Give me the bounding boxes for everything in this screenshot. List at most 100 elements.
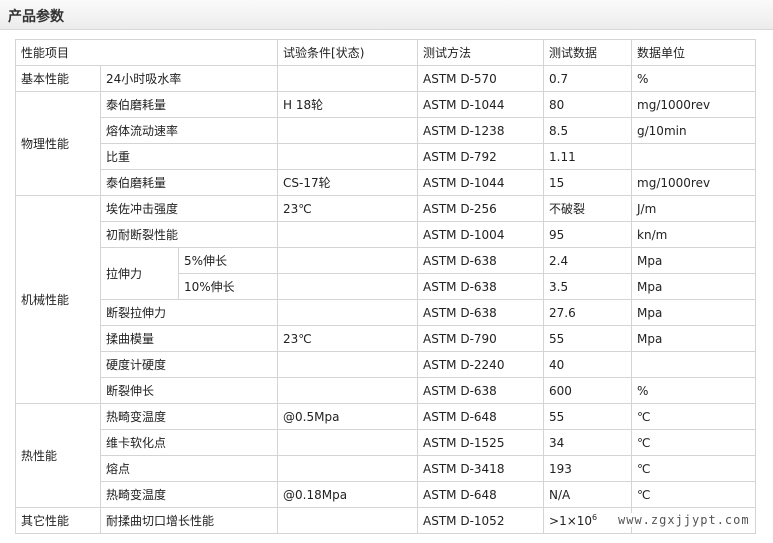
value-cell: N/A <box>543 481 633 508</box>
table-row: 熔点 ASTM D-3418 193 ℃ <box>16 455 757 482</box>
method-cell: ASTM D-1004 <box>417 221 545 248</box>
unit-cell: Mpa <box>631 299 757 326</box>
item-cell: 维卡软化点 <box>99 429 279 456</box>
value-cell: 95 <box>543 221 633 248</box>
section-title: 产品参数 <box>8 9 64 25</box>
condition-cell: 23℃ <box>277 325 419 352</box>
condition-cell: CS-17轮 <box>277 169 419 196</box>
category-cell: 其它性能 <box>15 507 101 534</box>
method-cell: ASTM D-1525 <box>417 429 545 456</box>
unit-cell: % <box>631 65 757 92</box>
method-cell: ASTM D-792 <box>417 143 545 170</box>
column-header: 性能项目 <box>14 39 279 66</box>
value-base: >1×10 <box>549 514 593 528</box>
method-cell: ASTM D-256 <box>417 195 545 222</box>
column-header: 测试方法 <box>417 39 545 66</box>
column-header: 数据单位 <box>631 39 757 66</box>
condition-cell <box>277 507 419 534</box>
value-cell: 55 <box>543 325 633 352</box>
method-cell: ASTM D-1044 <box>417 91 545 118</box>
category-cell: 机械性能 <box>15 195 101 404</box>
column-header: 测试数据 <box>543 39 633 66</box>
table-row: 维卡软化点 ASTM D-1525 34 ℃ <box>16 429 757 456</box>
unit-cell <box>631 351 757 378</box>
method-cell: ASTM D-790 <box>417 325 545 352</box>
category-cell: 物理性能 <box>15 91 101 196</box>
unit-cell: % <box>631 377 757 404</box>
value-cell: 193 <box>543 455 633 482</box>
item-cell: 初耐断裂性能 <box>99 221 279 248</box>
value-cell: 1.11 <box>543 143 633 170</box>
condition-cell <box>277 455 419 482</box>
condition-cell: 23℃ <box>277 195 419 222</box>
condition-cell <box>277 299 419 326</box>
method-cell: ASTM D-648 <box>417 403 545 430</box>
product-parameters-table: 性能项目 试验条件[状态) 测试方法 测试数据 数据单位 基本性能 24小时吸水… <box>14 39 757 534</box>
condition-cell <box>277 65 419 92</box>
unit-cell: mg/1000rev <box>631 91 757 118</box>
category-cell: 基本性能 <box>15 65 101 92</box>
condition-cell <box>277 273 419 300</box>
value-cell: 2.4 <box>543 247 633 274</box>
unit-cell: mg/1000rev <box>631 169 757 196</box>
unit-cell: ℃ <box>631 403 757 430</box>
category-cell: 热性能 <box>15 403 101 508</box>
method-cell: ASTM D-3418 <box>417 455 545 482</box>
item-cell: 24小时吸水率 <box>99 65 279 92</box>
method-cell: ASTM D-2240 <box>417 351 545 378</box>
method-cell: ASTM D-638 <box>417 299 545 326</box>
condition-cell <box>277 143 419 170</box>
item-cell: 硬度计硬度 <box>99 351 279 378</box>
method-cell: ASTM D-1238 <box>417 117 545 144</box>
condition-cell <box>277 377 419 404</box>
value-exponent: 6 <box>592 513 598 522</box>
condition-cell: @0.5Mpa <box>277 403 419 430</box>
table-row: 硬度计硬度 ASTM D-2240 40 <box>16 351 757 378</box>
value-cell: 80 <box>543 91 633 118</box>
table-row: 揉曲模量 23℃ ASTM D-790 55 Mpa <box>16 325 757 352</box>
method-cell: ASTM D-1052 <box>417 507 545 534</box>
table-row: 初耐断裂性能 ASTM D-1004 95 kn/m <box>16 221 757 248</box>
unit-cell: Mpa <box>631 325 757 352</box>
column-header: 试验条件[状态) <box>277 39 419 66</box>
item-cell: 热畸变温度 <box>99 481 279 508</box>
watermark: www.zgxjjypt.com <box>616 513 752 527</box>
value-cell: 40 <box>543 351 633 378</box>
method-cell: ASTM D-638 <box>417 377 545 404</box>
condition-cell <box>277 429 419 456</box>
unit-cell: g/10min <box>631 117 757 144</box>
unit-cell: ℃ <box>631 455 757 482</box>
unit-cell: kn/m <box>631 221 757 248</box>
condition-cell <box>277 221 419 248</box>
table-row: 热性能 热畸变温度 @0.5Mpa ASTM D-648 55 ℃ <box>15 403 757 508</box>
item-cell: 断裂拉伸力 <box>99 299 279 326</box>
value-cell: 15 <box>543 169 633 196</box>
item-cell: 熔点 <box>99 455 279 482</box>
item-cell: 埃佐冲击强度 <box>99 195 279 222</box>
value-cell: 55 <box>543 403 633 430</box>
table-row: 拉伸力 5%伸长 ASTM D-638 2.4 Mpa <box>16 247 757 300</box>
table-row: 比重 ASTM D-792 1.11 <box>16 143 757 170</box>
value-cell: 34 <box>543 429 633 456</box>
method-cell: ASTM D-570 <box>417 65 545 92</box>
item-cell: 耐揉曲切口增长性能 <box>99 507 279 534</box>
value-cell: 600 <box>543 377 633 404</box>
condition-cell: H 18轮 <box>277 91 419 118</box>
condition-cell <box>277 117 419 144</box>
value-cell: 3.5 <box>543 273 633 300</box>
method-cell: ASTM D-638 <box>417 273 545 300</box>
section-header: 产品参数 <box>0 0 773 30</box>
table-row: 机械性能 埃佐冲击强度 23℃ ASTM D-256 不破裂 J/m <box>15 195 757 404</box>
unit-cell: ℃ <box>631 481 757 508</box>
unit-cell: J/m <box>631 195 757 222</box>
value-cell: 27.6 <box>543 299 633 326</box>
table-row: 断裂拉伸力 ASTM D-638 27.6 Mpa <box>16 299 757 326</box>
table-row: 熔体流动速率 ASTM D-1238 8.5 g/10min <box>16 117 757 144</box>
item-cell: 拉伸力 <box>100 247 179 300</box>
method-cell: ASTM D-648 <box>417 481 545 508</box>
value-cell: 0.7 <box>543 65 633 92</box>
condition-cell <box>277 247 419 274</box>
item-cell: 熔体流动速率 <box>99 117 279 144</box>
item-cell: 比重 <box>99 143 279 170</box>
item-cell: 热畸变温度 <box>99 403 279 430</box>
